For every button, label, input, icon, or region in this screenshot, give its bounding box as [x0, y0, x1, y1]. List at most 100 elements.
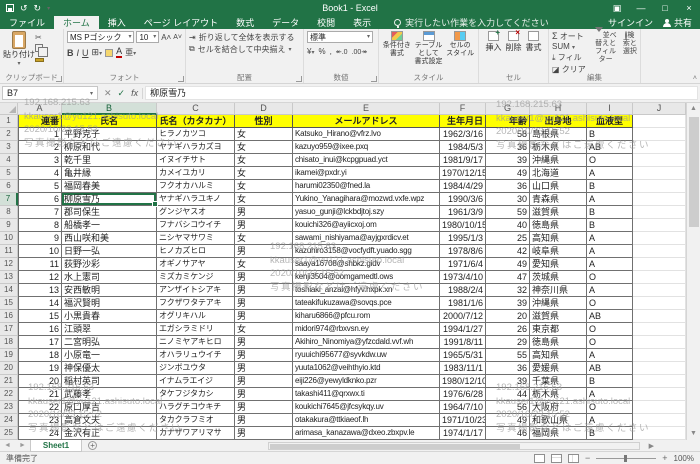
cell-B13[interactable]: 水上憲司: [62, 271, 157, 284]
cell-C17[interactable]: エガシラミドリ: [157, 323, 235, 336]
cell-I17[interactable]: O: [587, 323, 633, 336]
grow-font-icon[interactable]: A˄: [161, 33, 171, 42]
cell-F24[interactable]: 1971/10/23: [440, 414, 486, 427]
cell-B14[interactable]: 安西敏明: [62, 284, 157, 297]
sign-in-link[interactable]: サインイン: [608, 16, 653, 29]
cell-I23[interactable]: O: [587, 401, 633, 414]
scroll-up-icon[interactable]: ▲: [687, 103, 700, 115]
row-header-17[interactable]: 17: [0, 323, 18, 336]
collapse-ribbon-icon[interactable]: ˄: [693, 75, 697, 82]
cell-J2[interactable]: [633, 128, 686, 141]
cell-G10[interactable]: 25: [486, 232, 530, 245]
cell-A12[interactable]: 11: [18, 258, 62, 271]
cell-H3[interactable]: 栃木県: [530, 141, 587, 154]
row-header-8[interactable]: 8: [0, 206, 18, 219]
cancel-icon[interactable]: ✕: [104, 88, 112, 99]
cell-I21[interactable]: B: [587, 375, 633, 388]
cell-G17[interactable]: 26: [486, 323, 530, 336]
wrap-text-button[interactable]: ⇥折り返して全体を表示する: [189, 31, 300, 43]
cell-G13[interactable]: 47: [486, 271, 530, 284]
cell-A21[interactable]: 20: [18, 375, 62, 388]
font-dialog-launcher-icon[interactable]: [178, 76, 184, 82]
column-header-B[interactable]: B: [62, 103, 157, 115]
row-header-9[interactable]: 9: [0, 219, 18, 232]
horizontal-scroll-thumb[interactable]: [270, 444, 520, 449]
select-all-corner[interactable]: [0, 103, 18, 115]
tab-insert[interactable]: 挿入: [99, 16, 135, 29]
cell-B25[interactable]: 金沢有正: [62, 427, 157, 440]
cell-C18[interactable]: ニノミヤアキヒロ: [157, 336, 235, 349]
cell-H23[interactable]: 大阪府: [530, 401, 587, 414]
cell-A14[interactable]: 13: [18, 284, 62, 297]
decrease-decimal-icon[interactable]: .00↠: [352, 48, 368, 56]
cell-E7[interactable]: Yukino_Yanagihara@mozwd.vxfe.wpz: [293, 193, 440, 206]
cell-J8[interactable]: [633, 206, 686, 219]
column-header-C[interactable]: C: [157, 103, 235, 115]
cell-C1[interactable]: 氏名（カタカナ）: [157, 115, 235, 128]
cell-D22[interactable]: 男: [235, 388, 293, 401]
cell-H14[interactable]: 神奈川県: [530, 284, 587, 297]
cell-G7[interactable]: 30: [486, 193, 530, 206]
cell-E25[interactable]: arimasa_kanazawa@dxeo.zbxpv.le: [293, 427, 440, 440]
cell-B23[interactable]: 原口厚吉: [62, 401, 157, 414]
cell-I20[interactable]: AB: [587, 362, 633, 375]
new-sheet-icon[interactable]: +: [88, 441, 97, 450]
cell-B9[interactable]: 船橋孝一: [62, 219, 157, 232]
zoom-slider[interactable]: [596, 458, 656, 459]
share-button[interactable]: 共有: [663, 16, 692, 29]
maximize-button[interactable]: □: [654, 1, 676, 15]
cell-A5[interactable]: 4: [18, 167, 62, 180]
cell-J13[interactable]: [633, 271, 686, 284]
cell-I5[interactable]: A: [587, 167, 633, 180]
cell-H11[interactable]: 岐阜県: [530, 245, 587, 258]
cell-G1[interactable]: 年齢: [486, 115, 530, 128]
fill-color-icon[interactable]: [105, 49, 113, 57]
cell-B15[interactable]: 福沢賢明: [62, 297, 157, 310]
row-header-10[interactable]: 10: [0, 232, 18, 245]
cell-A8[interactable]: 7: [18, 206, 62, 219]
cell-F8[interactable]: 1961/3/9: [440, 206, 486, 219]
row-header-2[interactable]: 2: [0, 128, 18, 141]
tab-formulas[interactable]: 数式: [227, 16, 263, 29]
cell-J3[interactable]: [633, 141, 686, 154]
cell-G4[interactable]: 39: [486, 154, 530, 167]
cell-I19[interactable]: A: [587, 349, 633, 362]
zoom-in-icon[interactable]: +: [662, 453, 667, 463]
cell-F10[interactable]: 1995/1/3: [440, 232, 486, 245]
cell-D20[interactable]: 男: [235, 362, 293, 375]
row-header-13[interactable]: 13: [0, 271, 18, 284]
cell-B6[interactable]: 福岡春美: [62, 180, 157, 193]
tell-me-search[interactable]: 実行したい作業を入力してください: [394, 16, 548, 29]
cell-I22[interactable]: A: [587, 388, 633, 401]
zoom-slider-thumb[interactable]: [624, 455, 627, 462]
cell-G12[interactable]: 49: [486, 258, 530, 271]
cell-B19[interactable]: 小原竜一: [62, 349, 157, 362]
cell-D11[interactable]: 男: [235, 245, 293, 258]
cell-I8[interactable]: B: [587, 206, 633, 219]
cell-E15[interactable]: tateakifukuzawa@sovqs.pce: [293, 297, 440, 310]
cell-H1[interactable]: 出身地: [530, 115, 587, 128]
cell-J4[interactable]: [633, 154, 686, 167]
cell-A6[interactable]: 5: [18, 180, 62, 193]
clipboard-dialog-launcher-icon[interactable]: [56, 76, 62, 82]
cell-I12[interactable]: A: [587, 258, 633, 271]
cell-G22[interactable]: 44: [486, 388, 530, 401]
conditional-formatting-button[interactable]: 条件付き 書式: [382, 31, 412, 73]
row-header-20[interactable]: 20: [0, 362, 18, 375]
sort-filter-button[interactable]: 並べ替えと フィルター: [592, 32, 618, 75]
cell-D6[interactable]: 女: [235, 180, 293, 193]
cell-A15[interactable]: 14: [18, 297, 62, 310]
cell-J19[interactable]: [633, 349, 686, 362]
cell-B3[interactable]: 柳原和代: [62, 141, 157, 154]
cell-E2[interactable]: Katsuko_Hirano@vfrz.lvo: [293, 128, 440, 141]
format-as-table-button[interactable]: テーブルとして 書式設定: [414, 31, 444, 73]
cell-E14[interactable]: toshiaki_anzai@hfyv.hxpk.xn: [293, 284, 440, 297]
cell-D25[interactable]: 男: [235, 427, 293, 440]
cell-E11[interactable]: kazuhiro3158@vocfydft.yuado.sgg: [293, 245, 440, 258]
cell-A7[interactable]: 6: [18, 193, 62, 206]
row-header-6[interactable]: 6: [0, 180, 18, 193]
cell-A23[interactable]: 22: [18, 401, 62, 414]
cell-E1[interactable]: メールアドレス: [293, 115, 440, 128]
font-color-icon[interactable]: A: [116, 47, 122, 58]
cell-J11[interactable]: [633, 245, 686, 258]
